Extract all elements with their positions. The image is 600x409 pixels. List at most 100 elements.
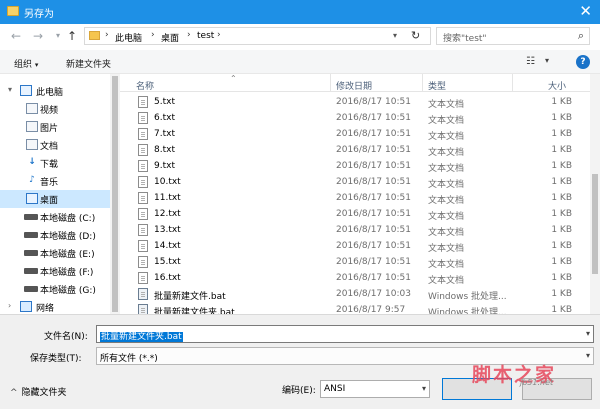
filename-value: 批量新建文件夹.bat [100, 332, 183, 342]
expand-caret-icon[interactable]: ▾ [8, 85, 12, 94]
nav-item-downloads[interactable]: ↓ 下载 [0, 154, 120, 172]
hide-folders-toggle[interactable]: ^ 隐藏文件夹 [10, 385, 67, 398]
text-file-icon [138, 192, 148, 204]
expand-caret-icon[interactable]: › [8, 301, 11, 310]
nav-item-drive-d[interactable]: 本地磁盘 (D:) [0, 226, 120, 244]
breadcrumb-this-pc[interactable]: 此电脑 [115, 31, 142, 44]
chevron-down-icon[interactable]: ▾ [422, 384, 426, 393]
file-size: 1 KB [551, 129, 572, 139]
chevron-down-icon[interactable]: ▾ [393, 31, 397, 40]
filename-label: 文件名(N): [44, 332, 88, 342]
file-type: 文本文档 [428, 212, 465, 222]
column-header-modified[interactable]: 修改日期 [336, 79, 372, 92]
nav-item-music[interactable]: ♪ 音乐 [0, 172, 120, 190]
back-arrow-icon[interactable]: ← [8, 28, 24, 44]
column-divider[interactable] [330, 74, 331, 92]
column-divider[interactable] [422, 74, 423, 92]
breadcrumb-separator-icon[interactable]: › [187, 30, 191, 40]
search-icon[interactable]: ⌕ [578, 29, 584, 43]
file-row[interactable]: 16.txt 2016/8/17 10:51 文本文档 1 KB [120, 270, 590, 286]
breadcrumb-test[interactable]: test [197, 31, 214, 41]
chevron-down-icon[interactable]: ▾ [545, 56, 549, 65]
file-modified: 2016/8/17 10:51 [336, 97, 411, 107]
nav-scrollbar[interactable] [110, 74, 120, 314]
download-icon: ↓ [28, 157, 36, 167]
nav-item-documents[interactable]: 文档 [0, 136, 120, 154]
file-row[interactable]: 5.txt 2016/8/17 10:51 文本文档 1 KB [120, 94, 590, 110]
file-modified: 2016/8/17 10:51 [336, 113, 411, 123]
breadcrumb-separator-icon[interactable]: › [105, 30, 109, 40]
refresh-icon[interactable]: ↻ [411, 29, 420, 42]
batch-file-icon [138, 288, 148, 300]
computer-icon [20, 85, 32, 96]
file-row[interactable]: 9.txt 2016/8/17 10:51 文本文档 1 KB [120, 158, 590, 174]
file-modified: 2016/8/17 10:51 [336, 145, 411, 155]
forward-arrow-icon[interactable]: → [30, 28, 46, 44]
file-size: 1 KB [551, 289, 572, 299]
encoding-label: 编码(E): [282, 386, 316, 396]
file-type: 文本文档 [428, 180, 465, 190]
file-size: 1 KB [551, 209, 572, 219]
pictures-icon [26, 121, 38, 132]
column-divider[interactable] [512, 74, 513, 92]
file-type: 文本文档 [428, 228, 465, 238]
column-header-type[interactable]: 类型 [428, 79, 446, 92]
chevron-down-icon[interactable]: ▾ [586, 351, 590, 360]
nav-item-drive-g[interactable]: 本地磁盘 (G:) [0, 280, 120, 298]
file-name: 15.txt [154, 257, 181, 267]
breadcrumb-separator-icon[interactable]: › [217, 30, 221, 40]
new-folder-button[interactable]: 新建文件夹 [66, 57, 111, 70]
text-file-icon [138, 128, 148, 140]
address-field[interactable]: › 此电脑 › 桌面 › test › ▾ ↻ [84, 27, 431, 45]
file-type: 文本文档 [428, 132, 465, 142]
file-size: 1 KB [551, 145, 572, 155]
filename-input[interactable]: 批量新建文件夹.bat ▾ [96, 325, 594, 343]
breadcrumb-separator-icon[interactable]: › [151, 30, 155, 40]
file-type: 文本文档 [428, 260, 465, 270]
help-icon[interactable]: ? [576, 55, 590, 69]
file-row[interactable]: 14.txt 2016/8/17 10:51 文本文档 1 KB [120, 238, 590, 254]
text-file-icon [138, 208, 148, 220]
file-list: ⌃ 名称 修改日期 类型 大小 5.txt 2016/8/17 10:51 文本文档… [120, 74, 600, 318]
nav-item-network[interactable]: › 网络 [0, 298, 120, 314]
column-header-name[interactable]: 名称 [136, 79, 154, 92]
close-icon[interactable]: ✕ [579, 2, 592, 20]
file-size: 1 KB [551, 97, 572, 107]
nav-item-pictures[interactable]: 图片 [0, 118, 120, 136]
file-size: 1 KB [551, 177, 572, 187]
drive-icon [24, 250, 38, 256]
nav-item-videos[interactable]: 视频 [0, 100, 120, 118]
file-row[interactable]: 12.txt 2016/8/17 10:51 文本文档 1 KB [120, 206, 590, 222]
file-list-scrollbar-thumb[interactable] [592, 174, 598, 274]
nav-item-drive-e[interactable]: 本地磁盘 (E:) [0, 244, 120, 262]
file-row[interactable]: 10.txt 2016/8/17 10:51 文本文档 1 KB [120, 174, 590, 190]
nav-scrollbar-thumb[interactable] [112, 76, 118, 312]
view-options-icon[interactable]: ☷ [526, 56, 535, 67]
file-list-scrollbar[interactable] [590, 74, 600, 314]
file-modified: 2016/8/17 10:51 [336, 129, 411, 139]
breadcrumb-desktop[interactable]: 桌面 [161, 31, 179, 44]
column-header-size[interactable]: 大小 [548, 79, 566, 92]
nav-item-drive-f[interactable]: 本地磁盘 (F:) [0, 262, 120, 280]
encoding-select[interactable]: ANSI ▾ [320, 380, 430, 398]
up-arrow-icon[interactable]: ↑ [64, 28, 80, 44]
file-row[interactable]: 13.txt 2016/8/17 10:51 文本文档 1 KB [120, 222, 590, 238]
nav-item-desktop[interactable]: 桌面 [0, 190, 120, 208]
file-row[interactable]: 11.txt 2016/8/17 10:51 文本文档 1 KB [120, 190, 590, 206]
file-row[interactable]: 6.txt 2016/8/17 10:51 文本文档 1 KB [120, 110, 590, 126]
text-file-icon [138, 160, 148, 172]
command-toolbar: 组织 ▾ 新建文件夹 ☷ ▾ ? [0, 50, 600, 74]
window-title: 另存为 [24, 9, 54, 20]
search-input[interactable]: 搜索"test" ⌕ [436, 27, 590, 45]
organize-button[interactable]: 组织 ▾ [14, 57, 38, 70]
file-row[interactable]: 批量新建文件.bat 2016/8/17 10:03 Windows 批处理... 1… [120, 286, 590, 302]
file-row[interactable]: 7.txt 2016/8/17 10:51 文本文档 1 KB [120, 126, 590, 142]
nav-item-this-pc[interactable]: ▾ 此电脑 [0, 82, 120, 100]
file-row[interactable]: 15.txt 2016/8/17 10:51 文本文档 1 KB [120, 254, 590, 270]
drive-icon [24, 214, 38, 220]
text-file-icon [138, 272, 148, 284]
nav-item-drive-c[interactable]: 本地磁盘 (C:) [0, 208, 120, 226]
file-modified: 2016/8/17 10:51 [336, 225, 411, 235]
chevron-down-icon[interactable]: ▾ [586, 329, 590, 338]
file-row[interactable]: 8.txt 2016/8/17 10:51 文本文档 1 KB [120, 142, 590, 158]
